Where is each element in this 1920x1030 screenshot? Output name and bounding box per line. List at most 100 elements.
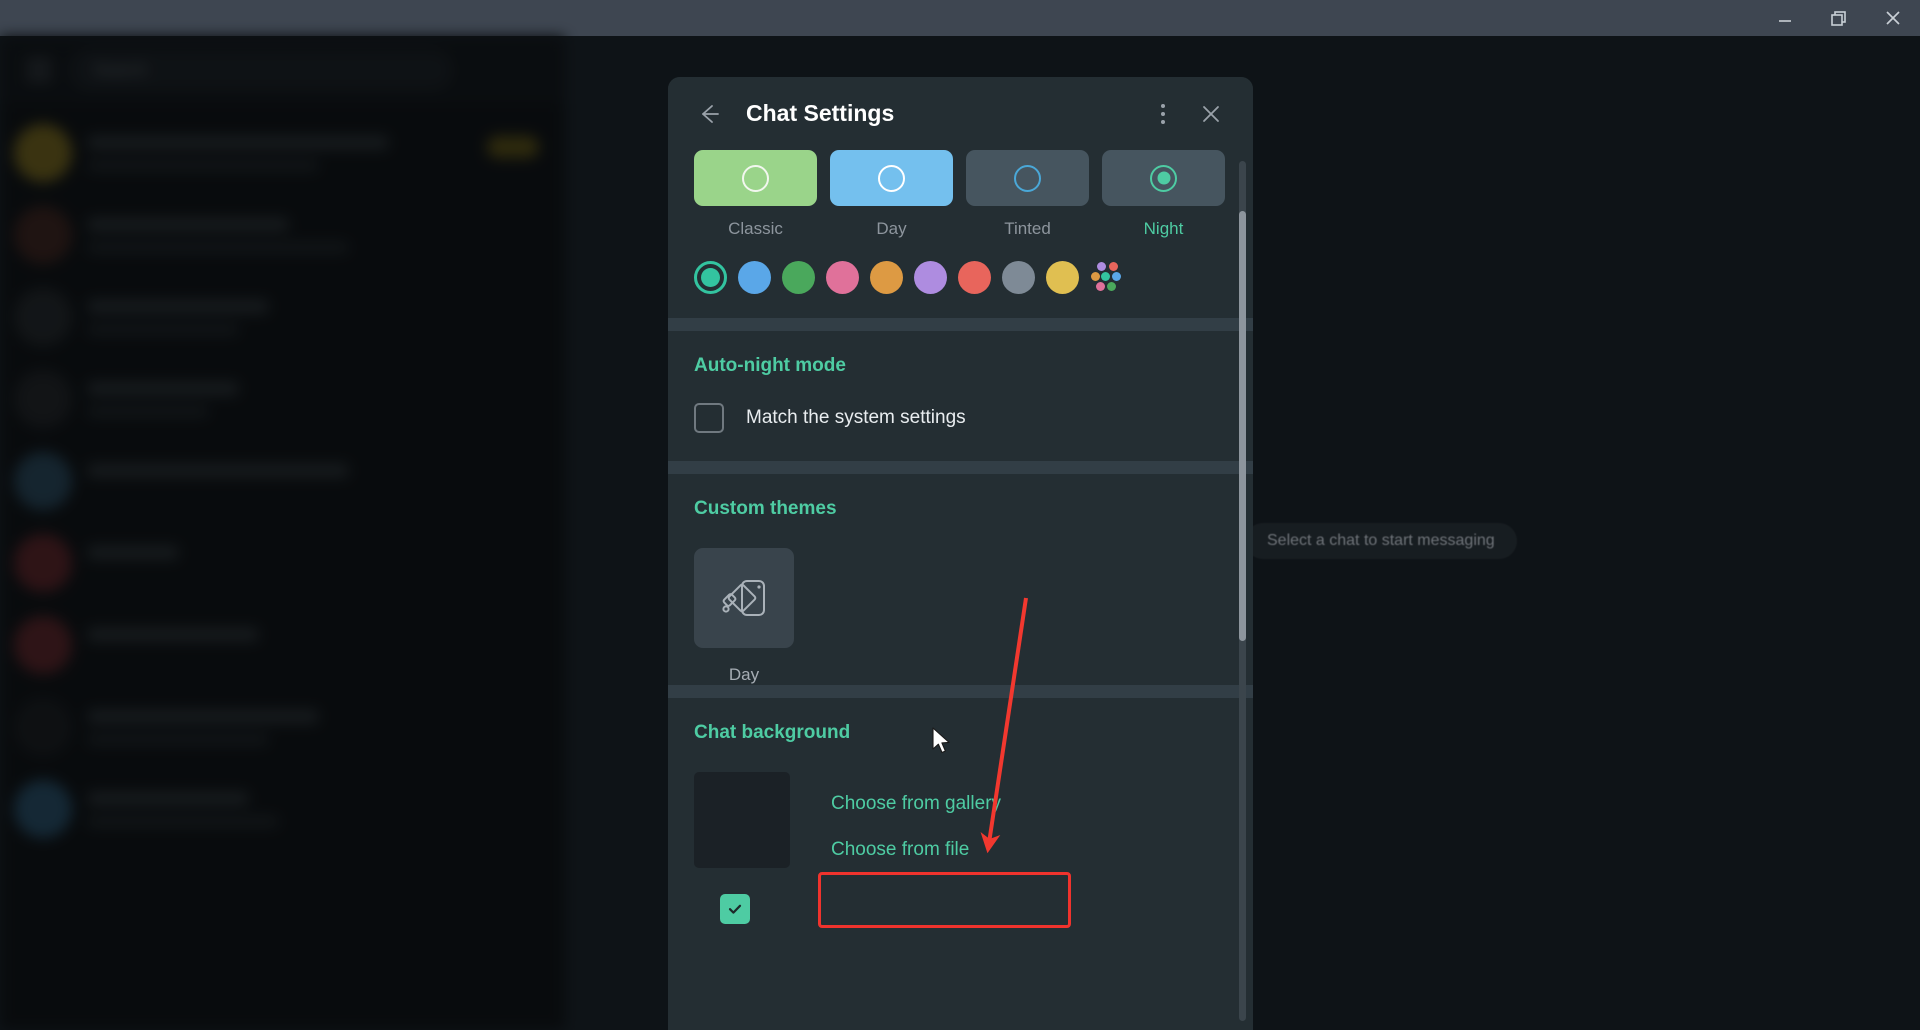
accent-swatch-gray[interactable]: [1002, 261, 1035, 294]
annotation-highlight-box: [818, 872, 1071, 928]
auto-night-section: Auto-night mode Match the system setting…: [668, 331, 1253, 461]
accent-swatch-pink[interactable]: [826, 261, 859, 294]
match-system-settings-row[interactable]: Match the system settings: [694, 403, 1227, 433]
theme-option-day[interactable]: Day: [830, 150, 953, 239]
palette-dot: [1097, 262, 1106, 271]
dialog-title: Chat Settings: [746, 100, 895, 126]
theme-preview-card[interactable]: [966, 150, 1089, 206]
chat-list-item[interactable]: [0, 768, 565, 850]
choose-from-file-label: Choose from file: [831, 839, 970, 860]
hamburger-icon[interactable]: [26, 60, 52, 80]
radio-dot: [1157, 171, 1170, 185]
palette-dot: [1096, 282, 1105, 291]
section-divider: [668, 685, 1253, 698]
theme-option-label: Day: [876, 219, 907, 238]
auto-night-title: Auto-night mode: [694, 355, 846, 376]
avatar: [14, 370, 72, 428]
accent-swatch-yellow[interactable]: [1046, 261, 1079, 294]
accent-swatch-teal[interactable]: [694, 261, 727, 294]
chat-item-text: [88, 791, 565, 827]
search-input[interactable]: Search: [69, 49, 453, 91]
chat-item-text: [88, 627, 565, 663]
theme-radio-icon: [742, 164, 769, 192]
theme-option-label: Night: [1143, 219, 1184, 238]
accent-swatch-orange[interactable]: [870, 261, 903, 294]
chat-item-text: [88, 709, 565, 745]
chat-list-item[interactable]: [0, 276, 565, 358]
theme-preview-card[interactable]: [1102, 150, 1225, 206]
chat-item-text: [88, 381, 565, 417]
accent-swatch-multicolor[interactable]: [1090, 261, 1123, 294]
accent-swatch-purple[interactable]: [914, 261, 947, 294]
chat-list-item[interactable]: [0, 358, 565, 440]
palette-dot: [1101, 272, 1110, 281]
custom-themes-title: Custom themes: [694, 498, 837, 519]
theme-section: Classic Day Tinted Night: [668, 150, 1253, 318]
chat-list-sidebar: Search: [0, 36, 565, 1030]
theme-option-classic[interactable]: Classic: [694, 150, 817, 239]
scrollbar-thumb[interactable]: [1239, 211, 1246, 641]
chat-list-item[interactable]: [0, 194, 565, 276]
custom-themes-section: Custom themes Day: [668, 474, 1253, 685]
section-divider: [668, 318, 1253, 331]
choose-from-gallery-label: Choose from gallery: [831, 793, 1002, 814]
choose-from-file-button[interactable]: Choose from file: [831, 839, 1015, 861]
palette-dot: [1109, 262, 1118, 271]
theme-option-label: Classic: [728, 219, 783, 238]
theme-preview-row: Classic Day Tinted Night: [668, 150, 1253, 239]
avatar: [14, 616, 72, 674]
chat-item-text: [88, 299, 565, 335]
dialog-close-icon[interactable]: [1187, 90, 1235, 138]
unread-badge: [487, 136, 539, 158]
chat-background-links: Choose from gallery Choose from file: [817, 772, 1015, 868]
chat-list-item[interactable]: [0, 604, 565, 686]
theme-preview-card[interactable]: [830, 150, 953, 206]
chat-list-item[interactable]: [0, 440, 565, 522]
theme-radio-icon: [1014, 164, 1041, 192]
close-button[interactable]: [1866, 0, 1920, 36]
palette-dot: [1091, 272, 1100, 281]
section-divider: [668, 461, 1253, 474]
window-titlebar: [0, 0, 1920, 36]
chat-item-text: [88, 463, 565, 499]
chat-list-item[interactable]: [0, 522, 565, 604]
swatch-selected-dot: [701, 268, 720, 287]
avatar: [14, 452, 72, 510]
mouse-cursor: [932, 727, 950, 754]
chat-list-item[interactable]: [0, 686, 565, 768]
theme-radio-icon: [878, 164, 905, 192]
accent-swatch-blue[interactable]: [738, 261, 771, 294]
avatar: [14, 206, 72, 264]
back-arrow-icon[interactable]: [684, 90, 732, 138]
choose-from-gallery-button[interactable]: Choose from gallery: [817, 782, 1015, 826]
avatar: [14, 124, 72, 182]
sidebar-header: Search: [0, 36, 565, 104]
avatar: [14, 698, 72, 756]
empty-chat-hint: Select a chat to start messaging: [1245, 523, 1517, 559]
theme-preview-card[interactable]: [694, 150, 817, 206]
more-vertical-icon[interactable]: [1139, 90, 1187, 138]
chat-list-item[interactable]: [0, 112, 565, 194]
restore-button[interactable]: [1812, 0, 1866, 36]
theme-option-tinted[interactable]: Tinted: [966, 150, 1089, 239]
custom-theme-card[interactable]: [694, 548, 794, 648]
chat-item-text: [88, 217, 565, 253]
palette-dot: [1112, 272, 1121, 281]
theme-option-night[interactable]: Night: [1102, 150, 1225, 239]
match-system-settings-checkbox[interactable]: [694, 403, 724, 433]
palette-dot: [1107, 282, 1116, 291]
chat-background-row: Choose from gallery Choose from file: [694, 772, 1227, 868]
match-system-settings-label: Match the system settings: [746, 407, 966, 428]
chat-background-title: Chat background: [694, 722, 851, 743]
dialog-header: Chat Settings: [668, 77, 1253, 150]
avatar: [14, 534, 72, 592]
minimize-button[interactable]: [1758, 0, 1812, 36]
accent-swatch-red[interactable]: [958, 261, 991, 294]
theme-radio-icon: [1150, 164, 1177, 192]
avatar: [14, 780, 72, 838]
chat-item-text: [88, 545, 565, 581]
chat-background-thumbnail[interactable]: [694, 772, 790, 868]
accent-swatch-green[interactable]: [782, 261, 815, 294]
chat-background-option-checkbox[interactable]: [720, 894, 750, 924]
vertical-scrollbar[interactable]: [1239, 161, 1246, 1021]
